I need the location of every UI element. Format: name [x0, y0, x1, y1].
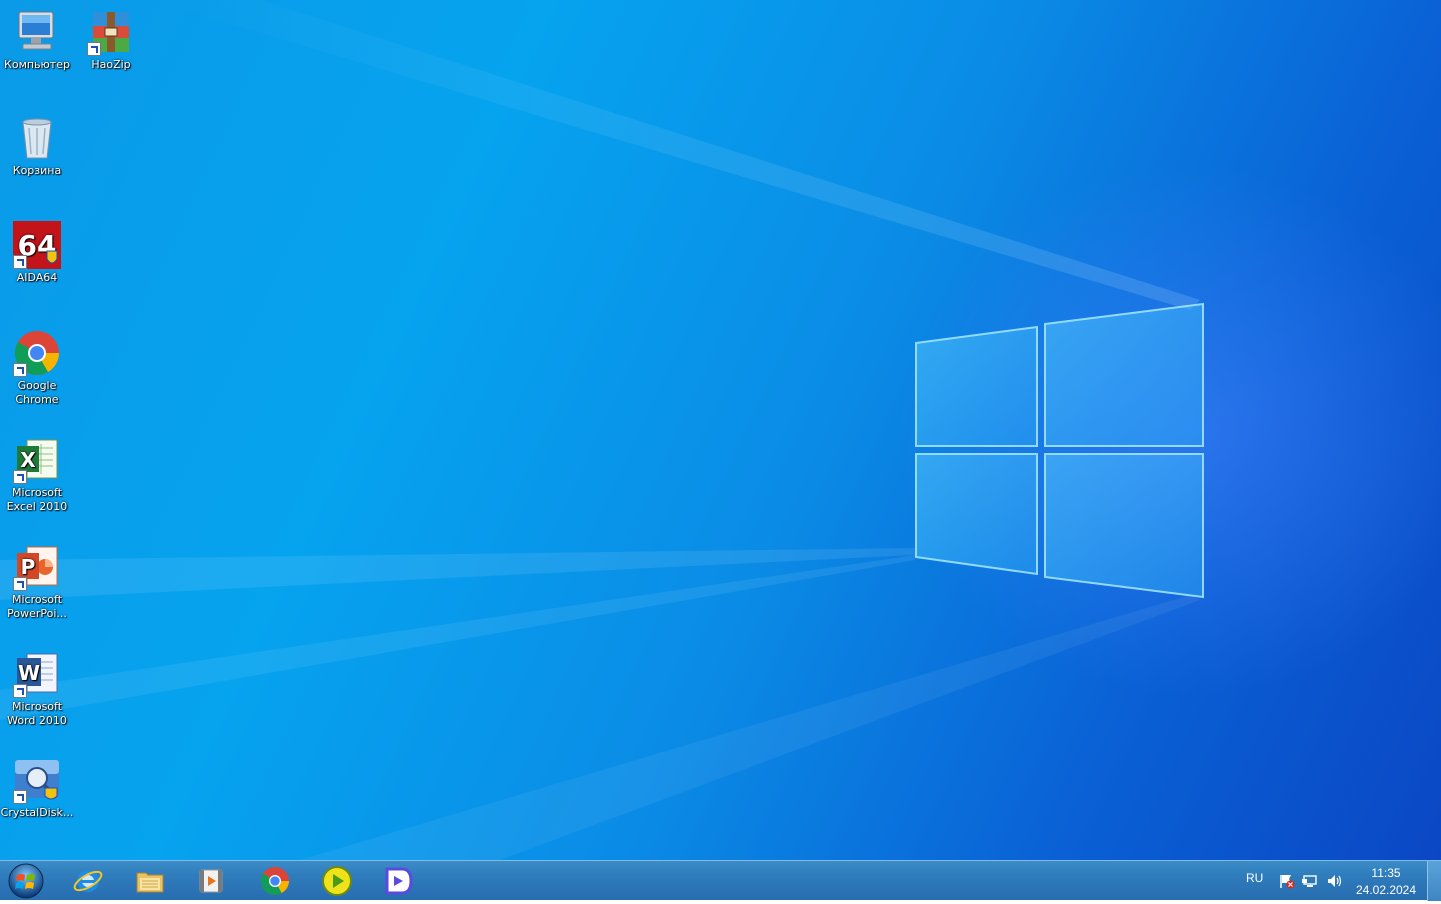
svg-text:X: X	[20, 448, 36, 472]
desktop-icon-label: AIDA64	[16, 271, 58, 284]
desktop-icon-google-chrome[interactable]: Google Chrome	[0, 329, 74, 407]
word-icon: W	[13, 650, 61, 698]
desktop-icon-label: HaoZip	[91, 58, 131, 71]
desktop-icon-label: Microsoft PowerPoi...	[7, 593, 67, 620]
desktop-icon-word[interactable]: W Microsoft Word 2010	[0, 650, 74, 728]
desktop: Компьютер HaoZip Корзина 64 AIDA64 Googl…	[0, 0, 1441, 860]
taskbar-chrome[interactable]	[249, 863, 301, 899]
aida64-icon: 64	[13, 221, 61, 269]
clock-date: 24.02.2024	[1355, 883, 1417, 897]
haozip-icon	[87, 8, 135, 56]
desktop-icon-powerpoint[interactable]: P Microsoft PowerPoi...	[0, 543, 74, 621]
desktop-icon-computer[interactable]: Компьютер	[0, 8, 74, 72]
desktop-icon-haozip[interactable]: HaoZip	[74, 8, 148, 72]
action-center-flag-icon[interactable]	[1279, 873, 1295, 889]
desktop-icon-label: Microsoft Word 2010	[7, 700, 67, 727]
chrome-icon	[260, 867, 289, 895]
desktop-icon-crystaldisk[interactable]: CrystalDisk...	[0, 756, 74, 820]
desktop-icon-label: CrystalDisk...	[0, 806, 74, 819]
player-play-icon	[322, 866, 352, 896]
internet-explorer-icon	[73, 870, 103, 892]
taskbar-player[interactable]	[311, 863, 363, 899]
chrome-icon	[13, 329, 61, 377]
desktop-icon-excel[interactable]: X Microsoft Excel 2010	[0, 436, 74, 514]
excel-icon: X	[13, 436, 61, 484]
media-player-icon	[199, 869, 223, 893]
taskbar: RU 11:35 24.02.2024	[0, 860, 1441, 901]
language-indicator[interactable]: RU	[1246, 871, 1263, 885]
explorer-folder-icon	[136, 872, 164, 893]
start-orb-icon	[8, 863, 44, 899]
computer-icon	[13, 8, 61, 56]
desktop-icon-label: Google Chrome	[15, 379, 59, 406]
daum-potplayer-icon	[385, 867, 413, 895]
clock-time: 11:35	[1371, 866, 1401, 880]
desktop-icon-aida64[interactable]: 64 AIDA64	[0, 221, 74, 285]
windows-logo-wallpaper	[0, 0, 1204, 860]
taskbar-potplayer[interactable]	[372, 863, 424, 899]
show-desktop-button[interactable]	[1427, 861, 1441, 901]
svg-text:W: W	[18, 661, 40, 685]
desktop-icon-label: Компьютер	[4, 58, 70, 71]
volume-icon[interactable]	[1326, 873, 1342, 889]
svg-text:P: P	[21, 555, 36, 579]
network-icon[interactable]	[1302, 873, 1318, 889]
recycle-bin-icon	[13, 114, 61, 162]
start-button[interactable]	[6, 862, 46, 900]
clock[interactable]: 11:35 24.02.2024	[1350, 865, 1422, 899]
desktop-icon-recycle-bin[interactable]: Корзина	[0, 114, 74, 178]
crystaldisk-icon	[13, 756, 61, 804]
taskbar-media-player[interactable]	[185, 863, 237, 899]
taskbar-explorer[interactable]	[124, 863, 176, 899]
desktop-icon-label: Microsoft Excel 2010	[6, 486, 68, 513]
desktop-icon-label: Корзина	[12, 164, 62, 177]
taskbar-internet-explorer[interactable]	[62, 863, 114, 899]
powerpoint-icon: P	[13, 543, 61, 591]
